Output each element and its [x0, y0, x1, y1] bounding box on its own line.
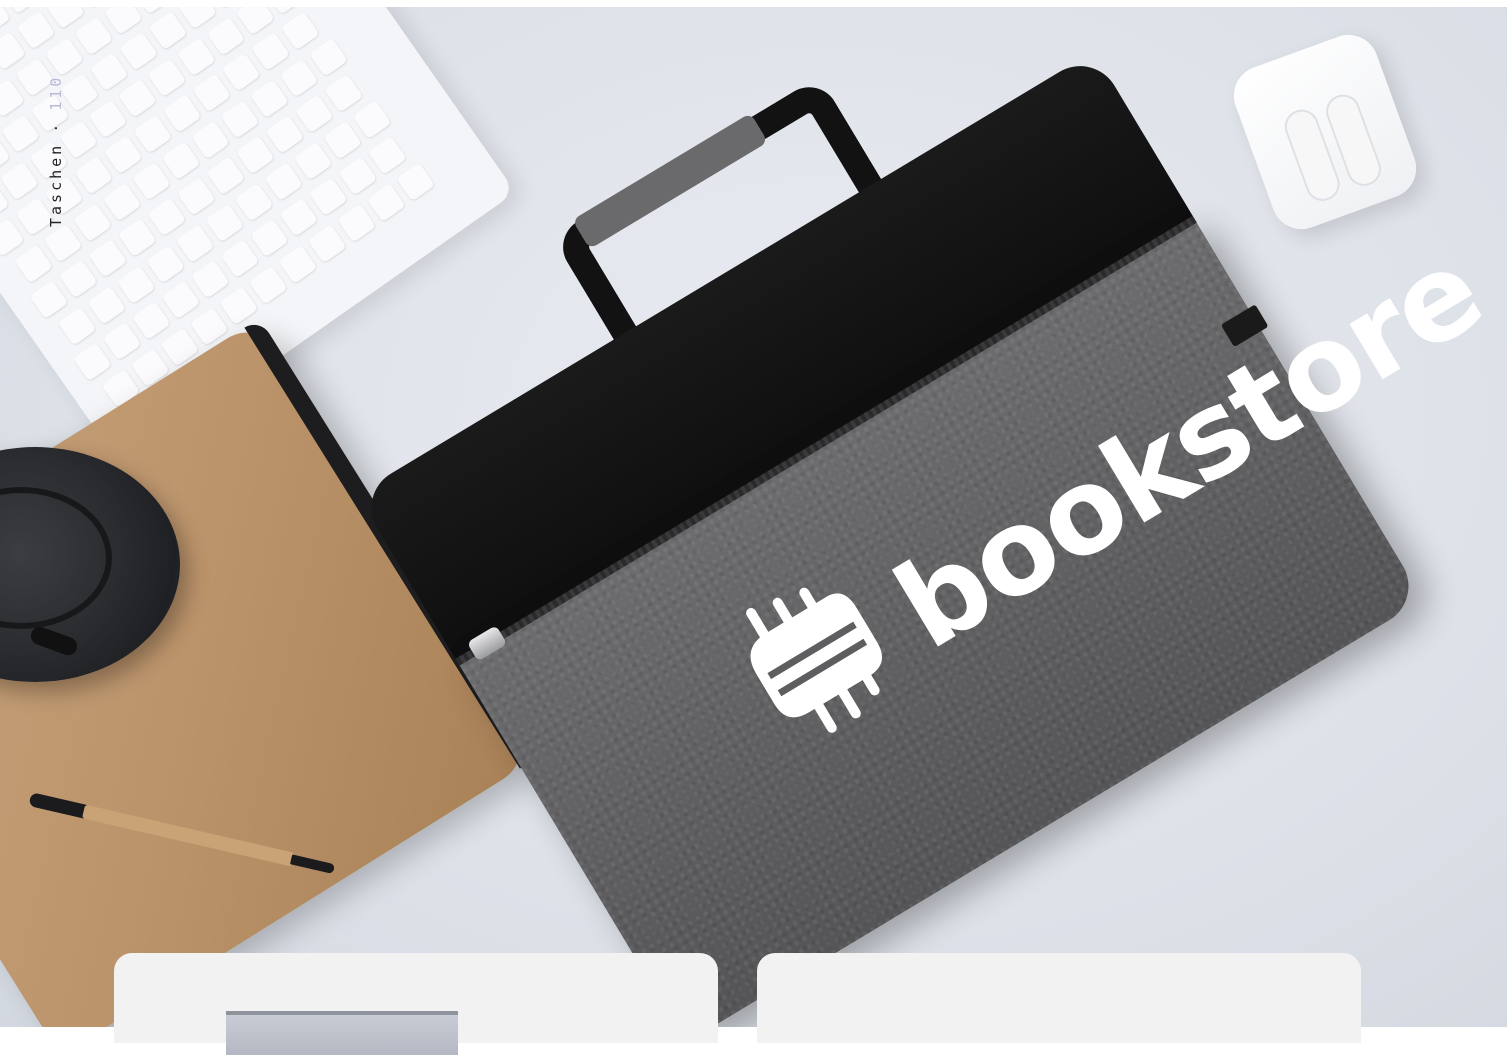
keyboard-key — [235, 7, 275, 36]
keyboard-key — [249, 79, 289, 119]
keyboard-key — [117, 218, 157, 258]
keyboard-key — [161, 141, 201, 181]
product-card-right[interactable] — [757, 953, 1361, 1043]
keyboard-key — [43, 223, 83, 263]
keyboard-key — [60, 72, 100, 112]
keyboard-key — [147, 58, 187, 98]
keyboard-key — [73, 203, 113, 243]
keyboard-key — [192, 73, 232, 113]
keyboard-key — [116, 265, 156, 305]
keyboard-key — [16, 10, 56, 50]
keyboard-key — [131, 301, 171, 340]
keyboard-key — [1, 114, 41, 154]
keyboard-key — [220, 239, 260, 279]
keyboard-key — [176, 37, 216, 77]
keyboard-key — [0, 31, 26, 71]
keyboard-key — [102, 182, 142, 222]
keyboard-key — [117, 78, 157, 118]
keyboard-key — [103, 7, 143, 35]
keyboard-key — [146, 244, 186, 284]
keyboard-key — [72, 342, 112, 382]
keyboard-key — [0, 78, 25, 118]
keyboard-key — [102, 321, 142, 361]
section-label: Taschen · 110 — [47, 75, 65, 227]
keyboard-key — [58, 259, 98, 299]
product-card-left[interactable] — [114, 953, 718, 1055]
keyboard-key — [88, 238, 128, 278]
keyboard-key — [162, 93, 202, 133]
keyboard-key — [0, 7, 11, 35]
keyboard-key — [248, 265, 288, 305]
keyboard-key — [45, 7, 85, 30]
keyboard-key — [190, 259, 230, 299]
keyboard-key — [175, 223, 215, 263]
document-bag-image: bookstore — [300, 7, 1504, 1027]
keyboard-key — [74, 155, 114, 195]
keyboard-key — [265, 114, 305, 154]
keyboard-key — [176, 176, 216, 216]
keyboard-key — [57, 306, 97, 346]
keyboard-key — [119, 31, 159, 71]
keyboard-key — [206, 156, 246, 196]
keyboard-key — [103, 135, 143, 175]
page-number: 110 — [47, 74, 65, 111]
keyboard-key — [0, 161, 39, 201]
keyboard-key — [234, 182, 274, 222]
keyboard-key — [264, 162, 304, 202]
product-thumbnail — [226, 1011, 458, 1055]
keyboard-key — [220, 99, 260, 139]
keyboard-key — [251, 31, 291, 71]
hero-photo: bookstore Taschen · 110 — [0, 7, 1507, 1027]
keyboard-key — [88, 99, 128, 139]
keyboard-key — [89, 52, 129, 92]
keyboard-key — [87, 285, 127, 325]
keyboard-key — [147, 197, 187, 237]
keyboard-key — [190, 120, 230, 160]
keyboard-key — [131, 161, 171, 201]
keyboard-key — [29, 280, 69, 320]
keyboard-key — [219, 286, 259, 326]
keyboard-key — [206, 16, 246, 56]
keyboard-key — [148, 10, 188, 50]
keyboard-key — [0, 217, 25, 257]
keyboard-key — [74, 16, 114, 56]
section-category: Taschen — [47, 142, 65, 227]
keyboard-key — [235, 135, 275, 175]
keyboard-key — [221, 52, 261, 92]
keyboard-key — [44, 37, 84, 77]
keyboard-key — [178, 7, 218, 30]
keyboard-key — [161, 280, 201, 320]
keyboard-key — [205, 203, 245, 243]
keyboard-key — [14, 244, 54, 284]
keyboard-key — [249, 218, 289, 258]
section-separator: · — [47, 120, 65, 133]
keyboard-key — [133, 114, 173, 154]
